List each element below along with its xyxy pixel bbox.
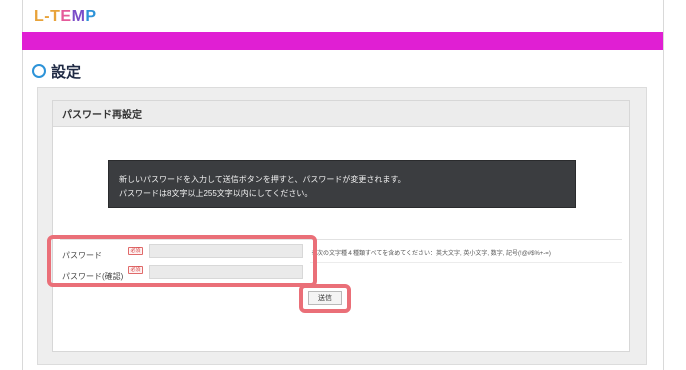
logo-letter: P	[85, 8, 97, 25]
logo-letter: M	[71, 8, 86, 25]
logo-letter: T	[50, 8, 61, 25]
logo-letter: L	[34, 8, 45, 25]
row-divider	[310, 262, 622, 263]
section-title: パスワード再設定	[62, 110, 142, 121]
annotation-highlight-submit	[299, 284, 351, 313]
annotation-highlight-fields	[47, 235, 317, 287]
ring-icon	[32, 64, 46, 78]
notice-line: 新しいパスワードを入力して送信ボタンを押すと、パスワードが変更されます。	[119, 175, 406, 184]
page-title: 設定	[32, 61, 81, 81]
logo-letter: E	[60, 8, 72, 25]
page-title-text: 設定	[51, 63, 82, 81]
password-hint: ※次の文字種４種類すべてを含めてください：英大文字, 英小文字, 数字, 記号(…	[311, 251, 551, 257]
notice-box: 新しいパスワードを入力して送信ボタンを押すと、パスワードが変更されます。 パスワ…	[108, 160, 576, 208]
form-card	[52, 100, 630, 352]
app-logo[interactable]: L-TEMP	[34, 8, 97, 26]
header-bar	[22, 32, 663, 50]
notice-line: パスワードは8文字以上255文字以内にしてください。	[119, 189, 313, 198]
